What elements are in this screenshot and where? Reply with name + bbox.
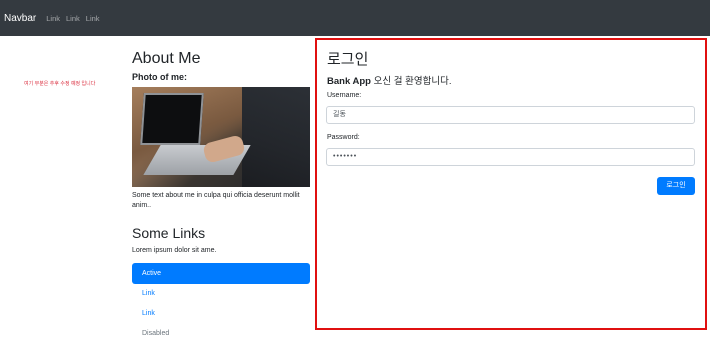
photo-laptop-screen	[140, 93, 204, 145]
login-title: 로그인	[327, 51, 369, 68]
profile-column: About Me Photo of me: Some text about me…	[132, 50, 310, 344]
nav-item-active[interactable]: Active	[132, 263, 310, 284]
about-title: About Me	[132, 50, 201, 67]
login-button[interactable]: 로그인	[657, 177, 695, 195]
photo-label: Photo of me:	[132, 72, 187, 82]
photo-description: Some text about me in culpa qui officia …	[132, 192, 300, 209]
username-label: Username:	[327, 92, 362, 99]
links-title: Some Links	[132, 225, 206, 241]
navbar-brand[interactable]: Navbar	[4, 13, 36, 24]
welcome-app-name: Bank App	[327, 76, 371, 87]
navbar: Navbar Link Link Link	[0, 0, 710, 36]
profile-photo	[132, 87, 310, 187]
navbar-link-2[interactable]: Link	[66, 14, 80, 23]
nav-item-disabled: Disabled	[142, 330, 170, 337]
edit-note: 여기 부분은 추후 수정 예정 입니다	[24, 81, 96, 87]
navbar-link-1[interactable]: Link	[46, 14, 60, 23]
links-description: Lorem ipsum dolor sit ame.	[132, 247, 217, 254]
username-input[interactable]: 길동	[326, 106, 695, 124]
nav-item-link-2[interactable]: Link	[132, 304, 310, 324]
password-label: Password:	[327, 134, 360, 141]
photo-person	[242, 87, 310, 187]
welcome-text: Bank App 오신 걸 환영합니다.	[327, 73, 451, 87]
welcome-message: 오신 걸 환영합니다.	[370, 76, 452, 87]
nav-pills: Active Link Link Disabled	[132, 263, 310, 344]
nav-item-link-1[interactable]: Link	[132, 284, 310, 304]
password-input[interactable]: •••••••	[326, 148, 695, 166]
navbar-link-3[interactable]: Link	[86, 14, 100, 23]
login-panel: 로그인 Bank App 오신 걸 환영합니다. Username: 길동 Pa…	[315, 38, 707, 330]
